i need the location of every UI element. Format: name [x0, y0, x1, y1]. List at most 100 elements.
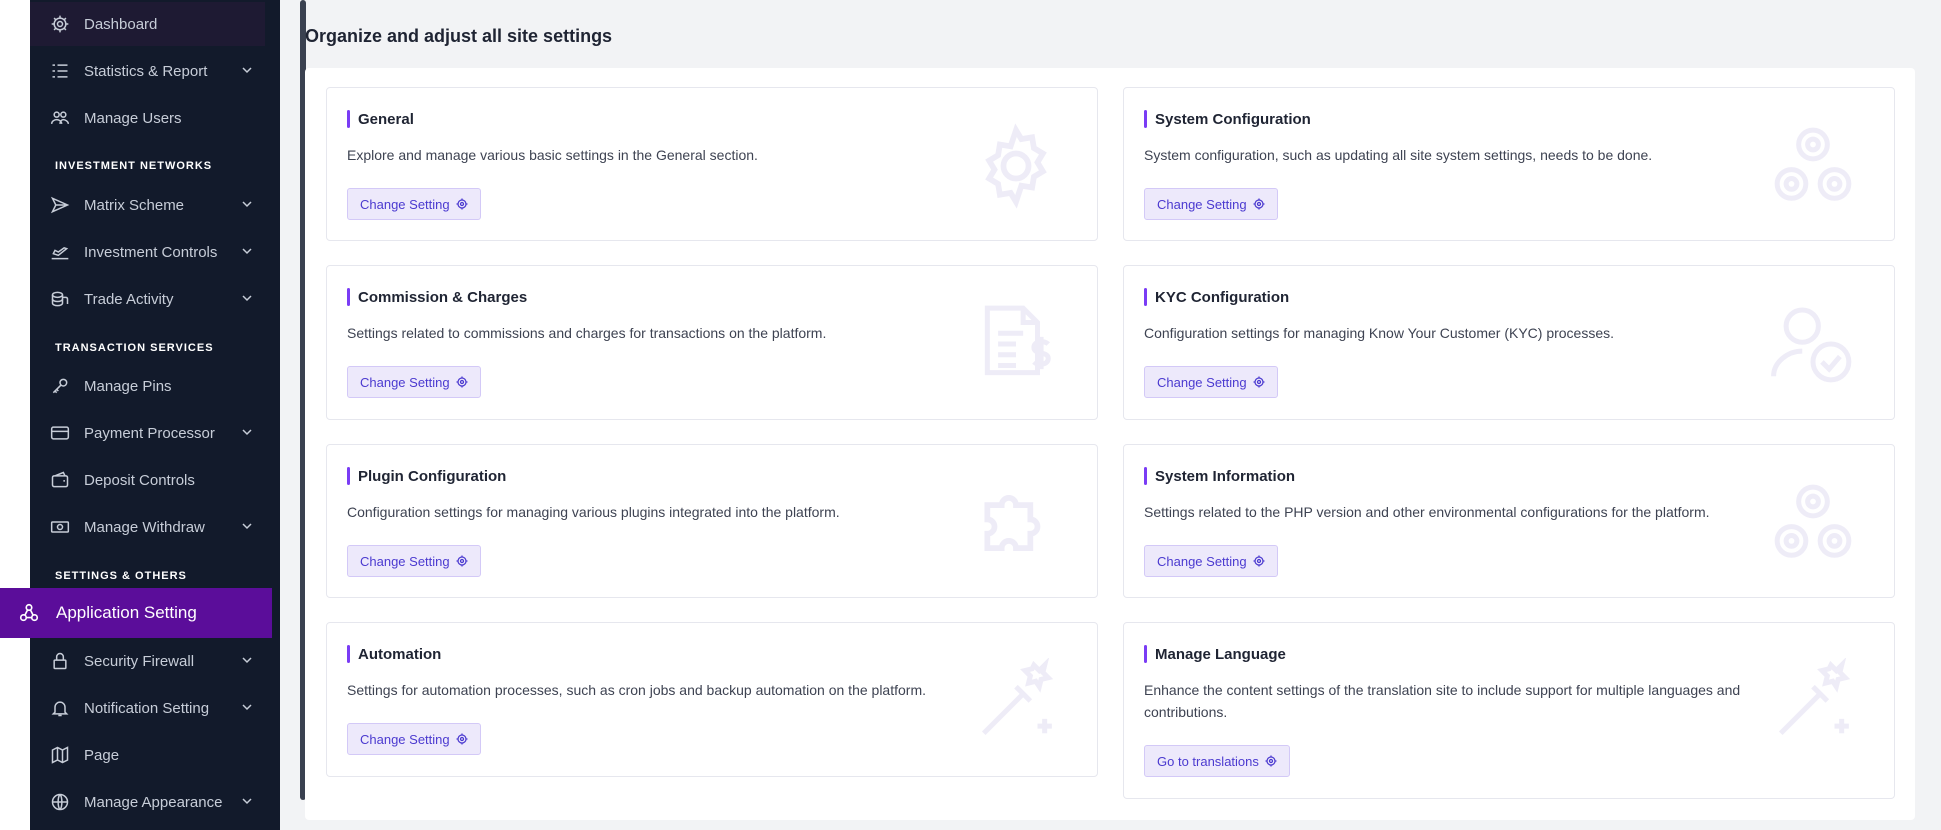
card-title: Commission & Charges — [347, 288, 527, 306]
sidebar-item-notification-setting[interactable]: Notification Setting — [30, 686, 265, 730]
gear-icon — [973, 123, 1059, 209]
sidebar-item-label: Security Firewall — [84, 652, 195, 670]
gear-icon — [50, 14, 70, 34]
change-setting-button[interactable]: Change Setting — [347, 723, 481, 755]
card-title-text: Automation — [358, 645, 442, 663]
gear-icon — [1265, 755, 1277, 767]
accent-bar — [1144, 110, 1147, 128]
sidebar-item-label: Page — [84, 746, 120, 764]
chevron-down-icon — [242, 657, 252, 664]
gear-icon — [1253, 376, 1265, 388]
sidebar-item-label: Notification Setting — [84, 699, 210, 717]
change-setting-button[interactable]: Change Setting — [1144, 366, 1278, 398]
sidebar-item-manage-appearance[interactable]: Manage Appearance — [30, 780, 265, 824]
sidebar-item-investment-controls[interactable]: Investment Controls — [30, 230, 265, 274]
card-title-text: System Information — [1155, 467, 1296, 485]
sidebar-item-label: Matrix Scheme — [84, 196, 185, 214]
plane-icon — [50, 242, 70, 262]
chevron-down-icon — [242, 704, 252, 711]
sidebar-item-manage-users[interactable]: Manage Users — [30, 96, 265, 140]
gear-icon — [456, 555, 468, 567]
change-setting-button[interactable]: Change Setting — [1144, 545, 1278, 577]
card-title: General — [347, 110, 414, 128]
sidebar-item-label: Dashboard — [84, 15, 158, 33]
card-title: Plugin Configuration — [347, 467, 506, 485]
sidebar-item-page[interactable]: Page — [30, 733, 265, 777]
button-label: Change Setting — [1157, 553, 1247, 569]
go-to-translations-button[interactable]: Go to translations — [1144, 745, 1290, 777]
gear-icon — [1253, 555, 1265, 567]
credit-card-icon — [50, 423, 70, 443]
sidebar-item-payment-processor[interactable]: Payment Processor — [30, 411, 265, 455]
chevron-down-icon — [242, 523, 252, 530]
nodes-icon — [18, 602, 40, 624]
sidebar-item-label: Application Setting — [56, 603, 197, 622]
card-title: KYC Configuration — [1144, 288, 1289, 306]
card-description: Explore and manage various basic setting… — [347, 147, 758, 163]
sidebar-item-label: Manage Pins — [84, 377, 172, 395]
chevron-down-icon — [242, 798, 252, 805]
sidebar-item-label: Investment Controls — [84, 243, 218, 261]
settings-card-general: General Explore and manage various basic… — [326, 87, 1098, 241]
sidebar-item-label: Statistics & Report — [84, 62, 208, 80]
invoice-dollar-icon — [973, 301, 1059, 387]
chevron-down-icon — [242, 248, 252, 255]
change-setting-button[interactable]: Change Setting — [347, 366, 481, 398]
card-description: System configuration, such as updating a… — [1144, 147, 1653, 163]
card-description: Settings for automation processes, such … — [347, 682, 926, 698]
card-title-text: System Configuration — [1155, 110, 1311, 128]
card-title-text: Manage Language — [1155, 645, 1286, 663]
button-label: Go to translations — [1157, 753, 1259, 769]
settings-card-plugin-configuration: Plugin Configuration Configuration setti… — [326, 444, 1098, 598]
section-label-transaction: TRANSACTION SERVICES — [55, 342, 214, 354]
map-icon — [50, 745, 70, 765]
sidebar-item-security-firewall[interactable]: Security Firewall — [30, 639, 265, 683]
button-label: Change Setting — [1157, 196, 1247, 212]
chevron-down-icon — [242, 67, 252, 74]
card-title-text: KYC Configuration — [1155, 288, 1290, 306]
card-title-text: General — [358, 110, 414, 128]
globe-icon — [50, 792, 70, 812]
button-label: Change Setting — [360, 196, 450, 212]
sidebar-item-application-setting[interactable]: Application Setting — [0, 588, 272, 638]
section-label-settings: SETTINGS & OTHERS — [55, 570, 187, 582]
accent-bar — [1144, 288, 1147, 306]
sidebar-item-manage-pins[interactable]: Manage Pins — [30, 364, 265, 408]
sidebar-item-matrix-scheme[interactable]: Matrix Scheme — [30, 183, 265, 227]
sidebar-item-manage-withdraw[interactable]: Manage Withdraw — [30, 505, 265, 549]
gear-icon — [456, 733, 468, 745]
puzzle-icon — [973, 480, 1059, 566]
gears-icon — [1770, 123, 1856, 209]
button-label: Change Setting — [360, 374, 450, 390]
bell-icon — [50, 698, 70, 718]
coins-icon — [50, 289, 70, 309]
card-title-text: Commission & Charges — [358, 288, 528, 306]
card-title-text: Plugin Configuration — [358, 467, 507, 485]
change-setting-button[interactable]: Change Setting — [1144, 188, 1278, 220]
sidebar-item-label: Deposit Controls — [84, 471, 195, 489]
chevron-down-icon — [242, 429, 252, 436]
button-label: Change Setting — [360, 731, 450, 747]
sidebar-item-dashboard[interactable]: Dashboard — [30, 2, 265, 46]
section-label-investment: INVESTMENT NETWORKS — [55, 160, 213, 172]
change-setting-button[interactable]: Change Setting — [347, 188, 481, 220]
accent-bar — [347, 467, 350, 485]
user-check-icon — [1770, 301, 1856, 387]
accent-bar — [347, 110, 350, 128]
sidebar-item-deposit-controls[interactable]: Deposit Controls — [30, 458, 265, 502]
accent-bar — [1144, 467, 1147, 485]
card-description: Settings related to commissions and char… — [347, 325, 827, 341]
sidebar-item-trade-activity[interactable]: Trade Activity — [30, 277, 265, 321]
card-description: Configuration settings for managing Know… — [1144, 325, 1615, 341]
accent-bar — [347, 288, 350, 306]
send-icon — [50, 195, 70, 215]
sidebar-item-label: Payment Processor — [84, 424, 215, 442]
settings-card-commission-charges: Commission & Charges Settings related to… — [326, 265, 1098, 420]
change-setting-button[interactable]: Change Setting — [347, 545, 481, 577]
sidebar-item-statistics[interactable]: Statistics & Report — [30, 49, 265, 93]
sidebar-item-label: Manage Users — [84, 109, 182, 127]
button-label: Change Setting — [1157, 374, 1247, 390]
left-edge-strip — [0, 0, 30, 830]
users-icon — [50, 108, 70, 128]
chevron-down-icon — [242, 201, 252, 208]
